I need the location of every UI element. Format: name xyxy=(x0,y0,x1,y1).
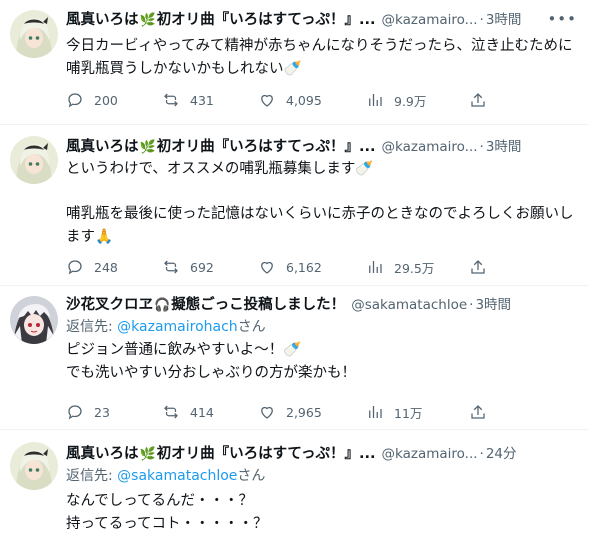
reply-button[interactable]: 248 xyxy=(66,258,118,276)
timestamp[interactable]: 3時間 xyxy=(486,136,522,158)
views-count: 11万 xyxy=(394,405,423,421)
display-name[interactable]: 風真いろは xyxy=(66,136,139,158)
views-bar-chart-icon xyxy=(369,94,382,106)
display-name-suffix[interactable]: 初オリ曲『いろはすてっぷ！』... xyxy=(157,136,376,158)
tweet-header: 風真いろは 🌿 初オリ曲『いろはすてっぷ！』... @kazamairo... … xyxy=(66,136,577,158)
tweet-content: 風真いろは 🌿 初オリ曲『いろはすてっぷ！』... @kazamairo... … xyxy=(66,136,577,248)
display-name[interactable]: 沙花叉クロヱ xyxy=(66,294,153,316)
views-button[interactable]: 11万 xyxy=(366,403,422,422)
tweet-1[interactable]: 風真いろは 🌿 初オリ曲『いろはすてっぷ！』... @kazamairo... … xyxy=(0,0,589,124)
tweet-actions: 200 431 4,095 9.9万 xyxy=(66,90,577,110)
display-name[interactable]: 風真いろは xyxy=(66,443,139,465)
display-name-suffix[interactable]: 初オリ曲『いろはすてっぷ！』... xyxy=(157,9,376,31)
separator-dot: · xyxy=(479,139,484,155)
like-count: 2,965 xyxy=(286,404,322,420)
replying-to-suffix: さん xyxy=(237,468,266,484)
views-button[interactable]: 29.5万 xyxy=(366,258,434,277)
timestamp[interactable]: 24分 xyxy=(486,443,517,465)
views-count: 9.9万 xyxy=(394,93,427,109)
leaf-emoji: 🌿 xyxy=(139,13,156,28)
like-count: 4,095 xyxy=(286,92,322,108)
like-button[interactable]: 2,965 xyxy=(258,403,322,421)
share-button[interactable] xyxy=(469,91,497,109)
display-name-suffix[interactable]: 初オリ曲『いろはすてっぷ！』... xyxy=(157,443,376,465)
tweet-4[interactable]: 風真いろは 🌿 初オリ曲『いろはすてっぷ！』... @kazamairo... … xyxy=(0,430,589,546)
headphones-emoji: 🎧 xyxy=(154,298,171,313)
display-name-suffix[interactable]: 擬態ごっこ投稿しました！ xyxy=(171,294,345,316)
share-button[interactable] xyxy=(469,258,497,276)
more-horizontal-icon[interactable]: ••• xyxy=(547,8,577,30)
replying-to-prefix: 返信先: xyxy=(66,468,118,484)
display-name[interactable]: 風真いろは xyxy=(66,9,139,31)
avatar-sakamata-chloe[interactable] xyxy=(10,296,58,344)
separator-dot: · xyxy=(469,297,474,313)
retweet-icon xyxy=(164,93,178,107)
leaf-emoji: 🌿 xyxy=(139,140,156,155)
tweet-2[interactable]: 風真いろは 🌿 初オリ曲『いろはすてっぷ！』... @kazamairo... … xyxy=(0,125,589,285)
reply-count: 248 xyxy=(94,259,118,275)
reply-count: 200 xyxy=(94,92,118,108)
separator-dot: · xyxy=(479,12,484,28)
share-icon xyxy=(471,93,485,107)
replying-to: 返信先: @kazamairohachさん xyxy=(66,316,577,338)
tweet-text: ピジョン普通に飲みやすいよ〜！🍼 でも洗いやすい分おしゃぶりの方が楽かも！ xyxy=(66,342,356,381)
views-count: 29.5万 xyxy=(394,260,435,276)
tweet-header: 沙花叉クロヱ 🎧 擬態ごっこ投稿しました！ @sakamatachloe · 3… xyxy=(66,294,577,316)
retweet-button[interactable]: 692 xyxy=(162,258,214,276)
like-count: 6,162 xyxy=(286,259,322,275)
tweet-actions: 248 692 6,162 29.5万 xyxy=(66,257,577,277)
leaf-emoji: 🌿 xyxy=(139,447,156,462)
tweet-content: 風真いろは 🌿 初オリ曲『いろはすてっぷ！』... @kazamairo... … xyxy=(66,9,577,80)
heart-icon xyxy=(261,94,273,107)
views-button[interactable]: 9.9万 xyxy=(366,91,426,110)
tweet-actions: 23 414 2,965 11万 xyxy=(66,402,577,422)
reply-icon xyxy=(68,260,82,275)
timestamp[interactable]: 3時間 xyxy=(475,294,511,316)
share-icon xyxy=(471,260,485,274)
views-bar-chart-icon xyxy=(369,406,382,418)
reply-icon xyxy=(68,405,82,420)
timestamp[interactable]: 3時間 xyxy=(486,9,522,31)
retweet-button[interactable]: 431 xyxy=(162,91,214,109)
tweet-header: 風真いろは 🌿 初オリ曲『いろはすてっぷ！』... @kazamairo... … xyxy=(66,443,577,465)
retweet-count: 414 xyxy=(190,404,214,420)
tweet-content: 沙花叉クロヱ 🎧 擬態ごっこ投稿しました！ @sakamatachloe · 3… xyxy=(66,294,577,384)
separator-dot: · xyxy=(479,446,484,462)
avatar-kazama-iroha[interactable] xyxy=(10,10,58,58)
like-button[interactable]: 4,095 xyxy=(258,91,322,109)
views-bar-chart-icon xyxy=(369,261,382,273)
tweet-3[interactable]: 沙花叉クロヱ 🎧 擬態ごっこ投稿しました！ @sakamatachloe · 3… xyxy=(0,286,589,429)
user-handle[interactable]: @kazamairo... xyxy=(382,9,478,31)
user-handle[interactable]: @kazamairo... xyxy=(382,136,478,158)
reply-icon xyxy=(68,93,82,108)
tweet-text: というわけで、オススメの哺乳瓶募集します🍼 哺乳瓶を最後に使った記憶はないくらい… xyxy=(66,161,574,245)
retweet-icon xyxy=(164,260,178,274)
heart-icon xyxy=(261,261,273,274)
tweet-text: なんでしってるんだ・・・？ 持ってるってコト・・・・・？ xyxy=(66,493,268,532)
tweet-header: 風真いろは 🌿 初オリ曲『いろはすてっぷ！』... @kazamairo... … xyxy=(66,9,577,31)
tweet-content: 風真いろは 🌿 初オリ曲『いろはすてっぷ！』... @kazamairo... … xyxy=(66,443,577,535)
retweet-icon xyxy=(164,405,178,419)
tweet-text: 今日カービィやってみて精神が赤ちゃんになりそうだったら、泣き止むために哺乳瓶買う… xyxy=(66,38,573,77)
replying-to: 返信先: @sakamatachloeさん xyxy=(66,465,577,487)
avatar-kazama-iroha[interactable] xyxy=(10,136,58,184)
like-button[interactable]: 6,162 xyxy=(258,258,322,276)
tweet-timeline: 風真いろは 🌿 初オリ曲『いろはすてっぷ！』... @kazamairo... … xyxy=(0,0,589,546)
retweet-count: 431 xyxy=(190,92,214,108)
retweet-button[interactable]: 414 xyxy=(162,403,214,421)
user-handle[interactable]: @sakamatachloe xyxy=(351,294,467,316)
reply-button[interactable]: 200 xyxy=(66,91,118,109)
user-handle[interactable]: @kazamairo... xyxy=(382,443,478,465)
share-button[interactable] xyxy=(469,403,497,421)
reply-button[interactable]: 23 xyxy=(66,403,110,421)
share-icon xyxy=(471,405,485,419)
reply-mention-link[interactable]: @kazamairohach xyxy=(117,319,238,335)
replying-to-prefix: 返信先: xyxy=(66,319,118,335)
heart-icon xyxy=(261,406,273,419)
retweet-count: 692 xyxy=(190,259,214,275)
avatar-kazama-iroha[interactable] xyxy=(10,442,58,490)
replying-to-suffix: さん xyxy=(237,319,266,335)
reply-mention-link[interactable]: @sakamatachloe xyxy=(117,468,237,484)
reply-count: 23 xyxy=(94,404,110,420)
